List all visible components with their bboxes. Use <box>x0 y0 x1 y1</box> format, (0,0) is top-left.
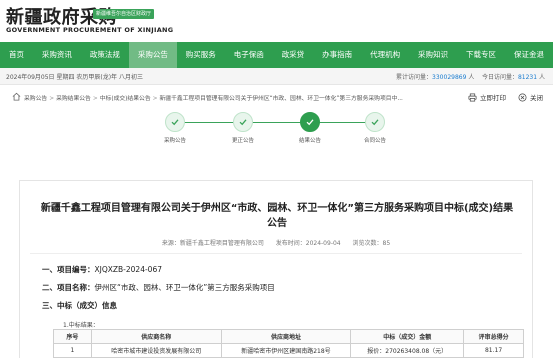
project-name-value: 伊州区“市政、园林、环卫一体化”第三方服务采购项目 <box>94 283 275 292</box>
today-visits-label: 今日访问量： <box>481 74 518 81</box>
close-label: 关闭 <box>530 94 543 102</box>
meta-divider <box>30 253 522 254</box>
close-button[interactable]: 关闭 <box>518 92 543 102</box>
today-visits-value: 81231 <box>517 74 538 81</box>
progress-step-label: 更正公告 <box>231 138 254 144</box>
print-label: 立即打印 <box>480 94 506 102</box>
nav-item-announcements[interactable]: 采购公告 <box>128 42 177 68</box>
progress-step[interactable]: 采购公告 <box>150 112 200 144</box>
project-name-label: 二、项目名称： <box>42 283 95 292</box>
visit-stats: 累计访问量：330029869 人 今日访问量：81231 人 <box>396 72 545 81</box>
article-view-count: 浏览次数：85 <box>352 240 391 247</box>
nav-item-home[interactable]: 首页 <box>0 42 33 68</box>
progress-step[interactable]: 更正公告 <box>218 112 268 144</box>
article-meta: 来源：新疆千鑫工程项目管理有限公司 发布时间：2024-09-04 浏览次数：8… <box>20 238 532 247</box>
breadcrumb-separator: > <box>152 96 158 102</box>
article-source: 来源：新疆千鑫工程项目管理有限公司 <box>161 240 264 247</box>
page-actions: 立即打印 关闭 <box>468 92 543 102</box>
breadcrumb-item[interactable]: 中标(成交)结果公告 <box>100 96 151 102</box>
col-header-amount: 中标（成交）金额 <box>350 329 465 344</box>
check-icon <box>300 112 320 132</box>
cell-supplier: 哈密市城市建设投资发展有限公司 <box>90 343 222 358</box>
nav-item-e-guarantee[interactable]: 电子保函 <box>225 42 273 68</box>
breadcrumb: 采购公告 > 采购结果公告 > 中标(成交)结果公告 > 新疆千鑫工程项目管理有限公司关于伊… <box>24 93 444 102</box>
cell-address: 新疆哈密市伊州区建国南路218号 <box>220 343 352 358</box>
home-icon <box>12 92 21 101</box>
close-icon <box>518 93 527 101</box>
project-number-value: XJQXZB-2024-067 <box>94 265 163 274</box>
progress-step-label: 合同公告 <box>363 138 386 144</box>
nav-item-policies[interactable]: 政策法规 <box>81 42 129 68</box>
current-date: 2024年09月05日 星期四 农历甲辰(龙)年 八月初三 <box>6 74 143 81</box>
cell-index: 1 <box>53 343 92 358</box>
today-visits-unit: 人 <box>537 74 545 81</box>
col-header-supplier: 供应商名称 <box>90 329 222 344</box>
check-icon <box>365 112 385 132</box>
print-button[interactable]: 立即打印 <box>468 92 506 102</box>
cell-amount: 报价：270263408.08（元） <box>350 343 465 358</box>
article-published-date: 发布时间：2024-09-04 <box>275 240 341 247</box>
progress-step[interactable]: 合同公告 <box>350 112 400 144</box>
nav-item-knowledge[interactable]: 采购知识 <box>409 42 457 68</box>
award-info-label: 三、中标（成交）信息 <box>42 301 117 310</box>
main-nav: 首页 采购资讯 政策法规 采购公告 购买服务 电子保函 政采贷 办事指南 代理机… <box>0 42 553 68</box>
project-name-row: 二、项目名称：伊州区“市政、园林、环卫一体化”第三方服务采购项目 <box>42 282 275 293</box>
award-info-heading: 三、中标（成交）信息 <box>42 300 117 311</box>
col-header-address: 供应商地址 <box>220 329 352 344</box>
nav-item-agencies[interactable]: 代理机构 <box>361 42 409 68</box>
award-result-table: 序号 供应商名称 供应商地址 中标（成交）金额 评审总得分 1 哈密市城市建设投… <box>53 329 524 358</box>
nav-item-loans[interactable]: 政采贷 <box>273 42 313 68</box>
region-tag: 新疆维吾尔自治区财政厅 <box>93 9 155 19</box>
cell-score: 81.17 <box>463 343 524 358</box>
col-header-score: 评审总得分 <box>463 329 524 344</box>
progress-step-label: 结果公告 <box>298 138 321 144</box>
nav-item-downloads[interactable]: 下载专区 <box>457 42 505 68</box>
info-bar: 2024年09月05日 星期四 农历甲辰(龙)年 八月初三 累计访问量：3300… <box>0 68 553 85</box>
table-header-row: 序号 供应商名称 供应商地址 中标（成交）金额 评审总得分 <box>53 329 524 344</box>
progress-step-label: 采购公告 <box>163 138 186 144</box>
breadcrumb-bar: 采购公告 > 采购结果公告 > 中标(成交)结果公告 > 新疆千鑫工程项目管理有限公司关于伊… <box>0 88 553 106</box>
site-header: 新疆政府采购 新疆维吾尔自治区财政厅 GOVERNMENT PROCUREMEN… <box>0 0 553 42</box>
article-title: 新疆千鑫工程项目管理有限公司关于伊州区“市政、园林、环卫一体化”第三方服务采购项… <box>40 203 514 229</box>
nav-item-services[interactable]: 购买服务 <box>177 42 225 68</box>
progress-step-current[interactable]: 结果公告 <box>285 112 335 144</box>
table-row: 1 哈密市城市建设投资发展有限公司 新疆哈密市伊州区建国南路218号 报价：27… <box>53 343 524 358</box>
check-icon <box>165 112 185 132</box>
announcement-article: 新疆千鑫工程项目管理有限公司关于伊州区“市政、园林、环卫一体化”第三方服务采购项… <box>19 180 533 358</box>
breadcrumb-separator: > <box>49 96 55 102</box>
site-logo-en: GOVERNMENT PROCUREMENT OF XINJIANG <box>6 26 174 34</box>
project-number-row: 一、项目编号：XJQXZB-2024-067 <box>42 264 162 275</box>
breadcrumb-item[interactable]: 采购公告 <box>24 96 47 102</box>
announcement-progress: 采购公告 更正公告 结果公告 合同公告 <box>150 112 410 152</box>
printer-icon <box>468 93 477 101</box>
col-header-index: 序号 <box>53 329 92 344</box>
nav-item-guide[interactable]: 办事指南 <box>313 42 361 68</box>
total-visits-value: 330029869 <box>432 74 467 81</box>
total-visits-label: 累计访问量： <box>396 74 433 81</box>
total-visits-unit: 人 <box>466 74 475 81</box>
project-number-label: 一、项目编号： <box>42 265 95 274</box>
breadcrumb-item[interactable]: 采购结果公告 <box>56 96 91 102</box>
award-result-label: 1.中标结果： <box>63 322 99 329</box>
progress-line <box>175 122 375 123</box>
nav-item-deposit[interactable]: 保证金退 <box>505 42 553 68</box>
breadcrumb-separator: > <box>92 96 98 102</box>
check-icon <box>233 112 253 132</box>
breadcrumb-item-current: 新疆千鑫工程项目管理有限公司关于伊州区“市政、园林、环卫一体化”第三方服务采购项… <box>159 96 403 102</box>
nav-item-news[interactable]: 采购资讯 <box>33 42 81 68</box>
